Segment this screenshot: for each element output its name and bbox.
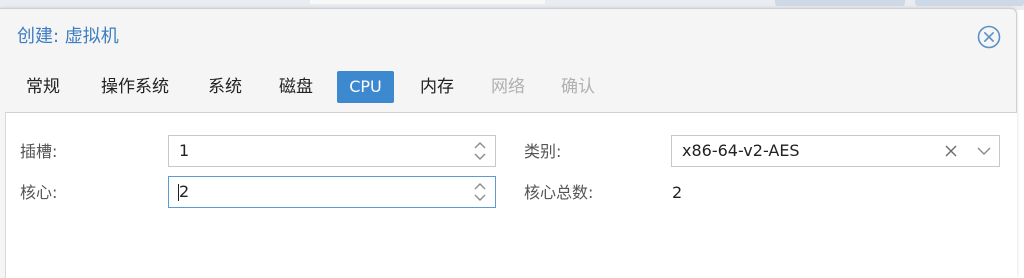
tab-network: 网络 (491, 77, 525, 97)
create-vm-dialog: 创建: 虚拟机 常规 操作系统 系统 磁盘 CPU 内存 网络 确认 插槽: 1 (0, 8, 1017, 278)
spinner-arrows-icon[interactable] (473, 140, 487, 162)
clear-icon[interactable] (943, 139, 959, 163)
dialog-title: 创建: 虚拟机 (17, 26, 119, 47)
tab-system[interactable]: 系统 (202, 71, 248, 103)
background-field (310, 0, 545, 4)
tab-cpu[interactable]: CPU (337, 71, 394, 103)
cores-spinner[interactable]: 2 (168, 176, 496, 208)
cpu-type-combobox[interactable]: x86-64-v2-AES (671, 135, 1000, 167)
sockets-value: 1 (179, 141, 190, 160)
cpu-type-label: 类别: (524, 142, 562, 161)
sockets-spinner[interactable]: 1 (168, 135, 496, 167)
spinner-arrows-icon[interactable] (473, 181, 487, 203)
tab-memory[interactable]: 内存 (414, 71, 460, 103)
background-button (915, 0, 1024, 6)
sockets-label: 插槽: (20, 142, 58, 161)
close-icon[interactable] (977, 25, 1001, 49)
chevron-down-icon[interactable] (969, 136, 999, 166)
cores-value: 2 (179, 182, 190, 201)
tab-general[interactable]: 常规 (13, 71, 73, 103)
tab-os[interactable]: 操作系统 (95, 71, 175, 103)
background-button (775, 0, 905, 6)
total-cores-label: 核心总数: (524, 183, 594, 202)
tab-confirm: 确认 (561, 77, 595, 97)
cpu-type-value: x86-64-v2-AES (682, 141, 800, 160)
cpu-settings-panel: 插槽: 1 核心: 2 类别: x86-64-v2-AES 核心总数: 2 (5, 112, 1017, 278)
cores-label: 核心: (20, 183, 58, 202)
tab-disks[interactable]: 磁盘 (273, 71, 319, 103)
total-cores-value: 2 (672, 183, 683, 202)
